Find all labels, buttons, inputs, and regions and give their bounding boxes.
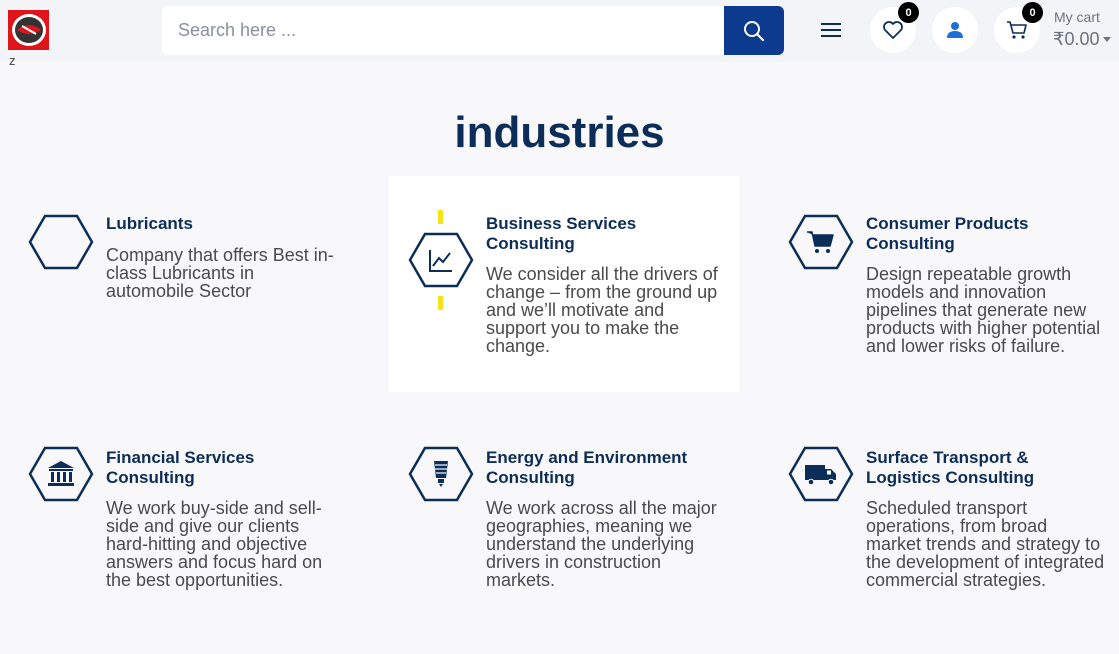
card-description: Company that offers Best in-class Lubric… xyxy=(106,245,334,301)
card-description: Scheduled transport operations, from bro… xyxy=(866,498,1105,590)
logo-emblem-icon xyxy=(11,14,46,46)
bulb-icon xyxy=(408,446,474,502)
card-description: We work buy-side and sell-side and give … xyxy=(106,498,323,590)
card-title: Surface Transport & Logistics Consulting xyxy=(866,448,1035,487)
wishlist-count-badge: 0 xyxy=(898,2,919,23)
card-title: Consumer Products Consulting xyxy=(866,214,1029,253)
bank-icon xyxy=(28,446,94,502)
wishlist-button[interactable]: 0 xyxy=(870,2,919,53)
industry-card-consumer-products[interactable]: Consumer Products Consulting Design repe… xyxy=(788,214,1119,374)
hexagon-icon xyxy=(28,214,94,270)
hamburger-icon xyxy=(821,23,841,37)
search-input[interactable] xyxy=(162,6,724,55)
search-icon xyxy=(744,20,765,41)
industry-card-lubricants[interactable]: Lubricants Company that offers Best in-c… xyxy=(28,214,368,314)
industry-card-financial-services[interactable]: Financial Services Consulting We work bu… xyxy=(28,446,368,596)
stray-text: z xyxy=(9,53,16,68)
search-button[interactable] xyxy=(724,6,784,55)
card-title: Business Services Consulting xyxy=(486,214,637,253)
truck-icon xyxy=(788,446,854,502)
cart-dropdown-caret-icon[interactable] xyxy=(1103,37,1111,42)
card-title: Lubricants xyxy=(106,214,193,233)
heart-icon xyxy=(883,21,903,39)
user-icon xyxy=(947,22,963,38)
card-title: Energy and Environment Consulting xyxy=(486,448,688,487)
industry-card-business-services[interactable]: Business Services Consulting We consider… xyxy=(408,210,748,360)
site-header: 0 0 My cart ₹0.00 xyxy=(0,0,1119,62)
cart-count-badge: 0 xyxy=(1022,2,1043,23)
cart-total[interactable]: ₹0.00 xyxy=(1053,29,1100,50)
section-title: industries xyxy=(454,108,665,157)
menu-button[interactable] xyxy=(818,19,844,41)
cart-button[interactable]: 0 xyxy=(994,2,1043,53)
brand-logo[interactable] xyxy=(8,10,49,50)
industry-card-surface-transport[interactable]: Surface Transport & Logistics Consulting… xyxy=(788,446,1119,616)
shopping-cart-icon xyxy=(1007,21,1027,39)
cart-label[interactable]: My cart xyxy=(1054,9,1100,25)
card-title: Financial Services Consulting xyxy=(106,448,255,487)
search-bar xyxy=(162,6,784,55)
cart-icon xyxy=(788,214,854,270)
card-description: We work across all the major geographies… xyxy=(486,498,717,590)
card-description: Design repeatable growth models and inno… xyxy=(866,264,1101,356)
card-description: We consider all the drivers of change – … xyxy=(486,264,718,356)
industry-card-energy-environment[interactable]: Energy and Environment Consulting We wor… xyxy=(408,446,748,596)
account-button[interactable] xyxy=(932,7,978,53)
chart-icon xyxy=(408,210,474,310)
